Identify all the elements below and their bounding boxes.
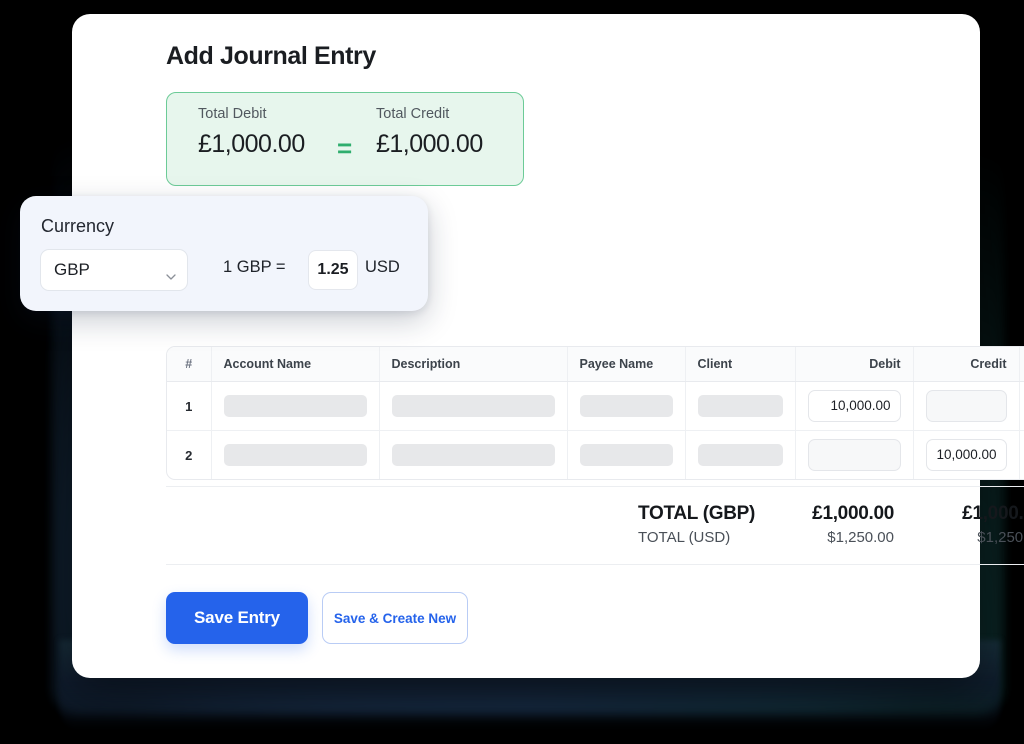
divider-below-totals: [166, 564, 1024, 565]
row-payee-name-cell[interactable]: [567, 381, 686, 431]
client-input-placeholder[interactable]: [697, 395, 783, 417]
equals-sign: =: [337, 133, 353, 163]
exchange-rate-unit: USD: [365, 258, 400, 276]
row-debit-cell[interactable]: 10,000.00: [795, 381, 914, 431]
table-header-row: # Account Name Description Payee Name Cl…: [167, 347, 1024, 382]
row-delete-cell[interactable]: [1019, 381, 1024, 431]
summary-credit-label: Total Credit: [376, 106, 450, 122]
table-row: 2 10,000.00: [167, 430, 1024, 480]
currency-panel: Currency GBP 1 GBP = 1.25 USD: [20, 196, 428, 311]
summary-credit-value: £1,000.00: [376, 130, 483, 158]
description-input-placeholder[interactable]: [391, 395, 555, 417]
summary-credit-block: Total Credit £1,000.00: [376, 106, 483, 159]
row-debit-cell[interactable]: [795, 430, 914, 479]
save-entry-button-label: Save Entry: [194, 608, 280, 627]
col-header-index: #: [167, 347, 212, 382]
chevron-down-icon[interactable]: [166, 267, 176, 280]
exchange-rate-value: 1.25: [317, 261, 349, 278]
exchange-rate-input[interactable]: 1.25: [308, 250, 358, 290]
summary-debit-block: Total Debit £1,000.00: [198, 106, 305, 159]
row-description-cell[interactable]: [379, 430, 568, 479]
payee-name-input-placeholder[interactable]: [579, 395, 673, 417]
description-input-placeholder[interactable]: [391, 444, 555, 466]
row-index: 1: [167, 381, 212, 431]
divider-above-totals: [166, 486, 1024, 487]
debit-input[interactable]: 10,000.00: [807, 390, 901, 422]
row-index: 2: [167, 430, 212, 479]
row-account-name-cell[interactable]: [211, 381, 380, 431]
row-payee-name-cell[interactable]: [567, 430, 686, 479]
row-description-cell[interactable]: [379, 381, 568, 431]
col-header-actions: [1019, 347, 1024, 382]
currency-select[interactable]: GBP: [40, 249, 188, 291]
page-title: Add Journal Entry: [166, 42, 376, 70]
totals-summary-banner: Total Debit £1,000.00 = Total Credit £1,…: [166, 92, 524, 186]
currency-select-value: GBP: [54, 260, 90, 279]
client-input-placeholder[interactable]: [697, 444, 783, 466]
credit-input[interactable]: 10,000.00: [925, 439, 1007, 471]
credit-input[interactable]: [925, 390, 1007, 422]
summary-debit-value: £1,000.00: [198, 130, 305, 158]
col-header-payee-name: Payee Name: [567, 347, 686, 382]
row-credit-cell[interactable]: [913, 381, 1020, 431]
totals-secondary-debit: $1,250.00: [827, 529, 894, 546]
account-name-input-placeholder[interactable]: [223, 444, 367, 466]
col-header-debit: Debit: [795, 347, 914, 382]
totals-primary-label: TOTAL (GBP): [638, 503, 756, 524]
row-credit-cell[interactable]: 10,000.00: [913, 430, 1020, 479]
totals-secondary-credit: $1,250.00: [977, 529, 1024, 546]
totals-primary-debit: £1,000.00: [812, 503, 894, 524]
journal-lines-table: # Account Name Description Payee Name Cl…: [166, 346, 1024, 480]
save-entry-button[interactable]: Save Entry: [166, 592, 308, 644]
totals-primary-credit: £1,000.00: [962, 503, 1024, 524]
journal-entry-card: Add Journal Entry Total Debit £1,000.00 …: [72, 14, 1024, 678]
row-client-cell[interactable]: [685, 430, 796, 479]
row-client-cell[interactable]: [685, 381, 796, 431]
col-header-description: Description: [379, 347, 568, 382]
debit-input[interactable]: [807, 439, 901, 471]
row-account-name-cell[interactable]: [211, 430, 380, 479]
payee-name-input-placeholder[interactable]: [579, 444, 673, 466]
totals-secondary-label: TOTAL (USD): [638, 529, 731, 546]
row-delete-cell[interactable]: [1019, 431, 1024, 480]
save-and-create-new-button[interactable]: Save & Create New: [322, 592, 468, 644]
account-name-input-placeholder[interactable]: [223, 395, 367, 417]
col-header-account-name: Account Name: [211, 347, 380, 382]
col-header-client: Client: [685, 347, 796, 382]
table-row: 1 10,000.00: [167, 381, 1024, 431]
screenshot-root: Add Journal Entry Total Debit £1,000.00 …: [0, 0, 1024, 744]
exchange-rate-prefix: 1 GBP =: [223, 258, 286, 276]
summary-debit-label: Total Debit: [198, 106, 267, 122]
col-header-credit: Credit: [913, 347, 1020, 382]
currency-panel-title: Currency: [41, 216, 115, 236]
save-and-create-new-button-label: Save & Create New: [333, 611, 457, 626]
